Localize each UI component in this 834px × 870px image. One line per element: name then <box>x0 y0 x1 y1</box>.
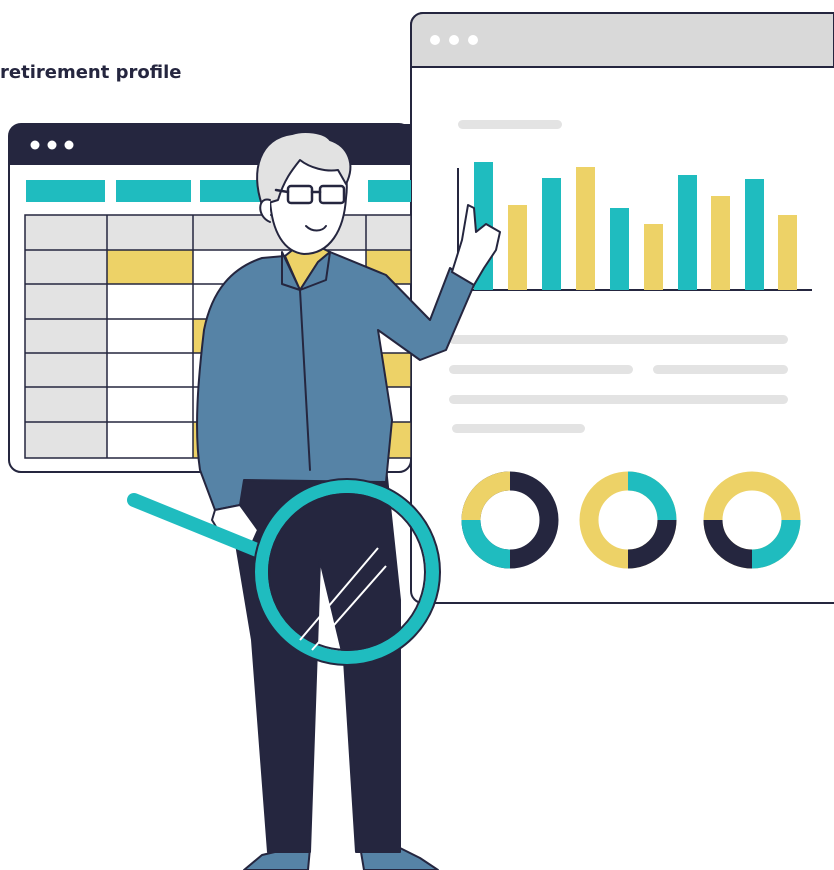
chart-bar <box>610 208 629 290</box>
chart-bar <box>745 179 764 290</box>
chart-bar <box>778 215 797 290</box>
chart-bar <box>508 205 527 290</box>
illustration <box>8 12 834 870</box>
three-dots-icon <box>30 140 74 150</box>
dashboard-window <box>410 12 834 604</box>
three-dots-icon <box>430 35 478 45</box>
chart-bar <box>678 175 697 290</box>
dashboard-title-placeholder <box>458 120 562 129</box>
chart-bar <box>542 178 561 290</box>
chart-bar <box>644 224 663 290</box>
chart-bar <box>576 167 595 290</box>
chart-bar <box>711 196 730 290</box>
